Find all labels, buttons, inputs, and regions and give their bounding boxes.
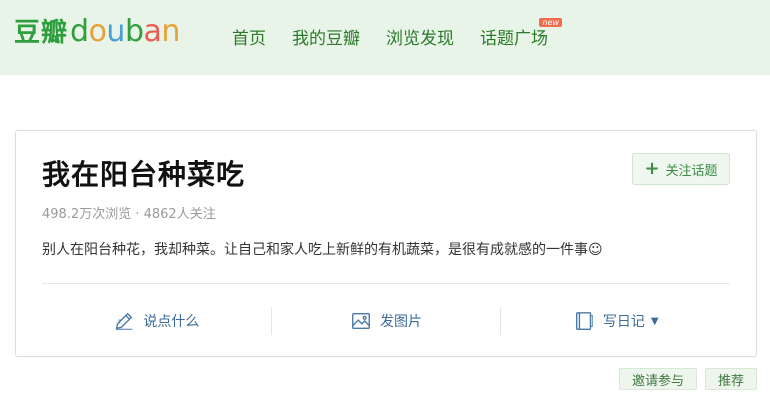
main-nav: 首页 我的豆瓣 浏览发现 话题广场 new	[232, 18, 562, 49]
nav-my-douban[interactable]: 我的豆瓣	[292, 24, 360, 49]
recommend-button[interactable]: 推荐	[704, 368, 757, 390]
logo-letter: d	[70, 14, 89, 49]
post-image-label: 发图片	[380, 314, 422, 330]
topic-title: 我在阳台种菜吃	[42, 158, 246, 191]
nav-explore[interactable]: 浏览发现	[386, 24, 454, 49]
logo-letter: u	[106, 14, 125, 49]
nav-topics-label: 话题广场	[480, 29, 548, 49]
top-navigation-bar: 豆瓣 douban 首页 我的豆瓣 浏览发现 话题广场 new	[0, 0, 770, 75]
invite-button[interactable]: 邀请参与	[618, 368, 697, 390]
follow-topic-label: 关注话题	[665, 163, 718, 179]
new-badge: new	[539, 18, 562, 27]
plus-icon: +	[644, 158, 660, 179]
say-something-label: 说点什么	[143, 314, 200, 330]
image-icon	[352, 312, 370, 330]
say-something-button[interactable]: 说点什么	[42, 306, 271, 336]
logo-letter: a	[143, 14, 162, 49]
logo-letter: o	[88, 14, 107, 49]
douban-logo[interactable]: 豆瓣 douban	[14, 12, 180, 49]
nav-home[interactable]: 首页	[232, 24, 266, 49]
topic-description: 别人在阳台种花，我却种菜。让自己和家人吃上新鲜的有机蔬菜，是很有成就感的一件事☺	[42, 242, 603, 258]
logo-english-text: douban	[70, 14, 180, 49]
logo-chinese-text: 豆瓣	[14, 18, 69, 48]
topic-stats: 498.2万次浏览 · 4862人关注	[42, 207, 216, 222]
logo-letter: b	[124, 14, 144, 49]
write-diary-label: 写日记	[602, 314, 645, 330]
write-diary-button[interactable]: 写日记 ▼	[501, 306, 730, 336]
topic-card: 我在阳台种菜吃 + 关注话题 498.2万次浏览 · 4862人关注 别人在阳台…	[15, 130, 757, 357]
book-icon	[575, 312, 593, 330]
chevron-down-icon[interactable]: ▼	[651, 316, 659, 327]
post-actions-bar: 说点什么 发图片 写日记 ▼	[42, 284, 730, 358]
post-image-button[interactable]: 发图片	[272, 306, 501, 336]
nav-topics[interactable]: 话题广场 new	[480, 18, 562, 49]
follow-topic-button[interactable]: + 关注话题	[632, 153, 730, 185]
pen-icon	[116, 312, 133, 330]
logo-letter: n	[161, 14, 180, 49]
bottom-buttons: 邀请参与 推荐	[618, 368, 757, 390]
